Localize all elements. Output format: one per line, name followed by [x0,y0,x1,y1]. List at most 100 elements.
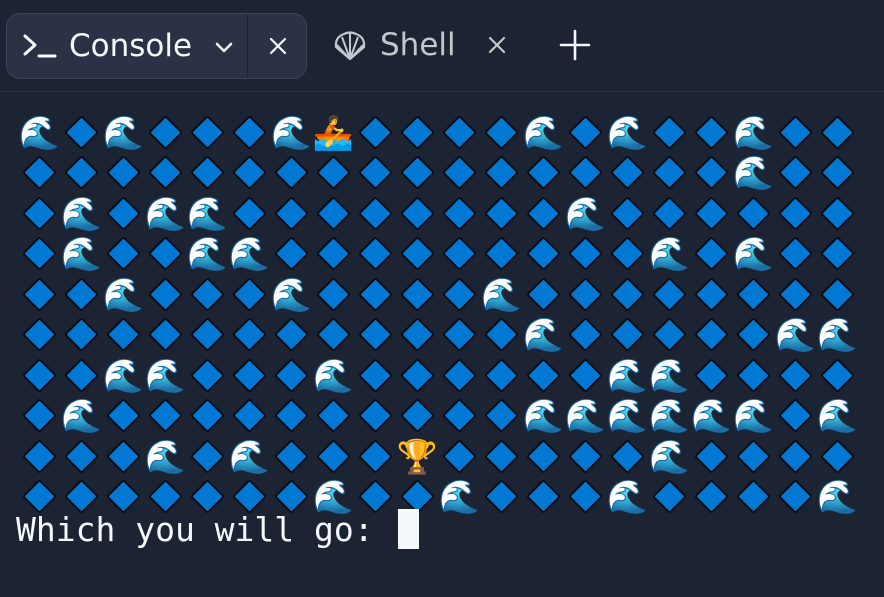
water-cell [564,436,606,477]
water-cell [312,153,354,194]
water-diamond-icon [357,438,393,474]
water-diamond-icon [441,236,477,272]
close-console-tab-icon[interactable] [265,33,291,59]
water-cell [228,355,270,396]
water-diamond-icon [483,357,519,393]
water-diamond-icon [525,438,561,474]
water-cell [690,112,732,153]
water-cell [18,355,60,396]
water-cell [102,193,144,234]
tab-shell[interactable]: Shell [328,13,528,79]
water-cell [354,396,396,437]
water-cell [312,193,354,234]
water-cell [396,193,438,234]
water-cell [228,153,270,194]
wave-cell: 🌊 [648,396,690,436]
water-diamond-icon [693,195,729,231]
water-cell [438,436,480,477]
water-cell [60,436,102,477]
water-diamond-icon [273,317,309,353]
water-cell [18,436,60,477]
water-diamond-icon [693,276,729,312]
water-diamond-icon [231,195,267,231]
water-cell [606,234,648,275]
water-diamond-icon [105,398,141,434]
water-cell [480,153,522,194]
water-diamond-icon [567,438,603,474]
water-diamond-icon [483,438,519,474]
water-cell [102,234,144,275]
water-diamond-icon [441,114,477,150]
water-cell [774,112,816,153]
wave-cell: 🌊 [144,436,186,476]
water-cell [396,274,438,315]
water-diamond-icon [441,398,477,434]
water-diamond-icon [273,398,309,434]
water-cell [60,315,102,356]
water-diamond-icon [21,317,57,353]
water-diamond-icon [189,276,225,312]
water-diamond-icon [105,155,141,191]
water-diamond-icon [21,357,57,393]
water-cell [186,274,228,315]
water-cell [564,315,606,356]
water-cell [816,112,858,153]
water-diamond-icon [189,317,225,353]
water-cell [438,234,480,275]
wave-cell: 🌊 [228,436,270,476]
water-diamond-icon [777,114,813,150]
water-diamond-icon [651,479,687,515]
wave-cell: 🌊 [186,193,228,233]
wave-cell: 🌊 [564,396,606,436]
wave-cell: 🌊 [606,355,648,395]
water-diamond-icon [567,114,603,150]
water-diamond-icon [651,317,687,353]
water-cell [270,315,312,356]
water-diamond-icon [105,236,141,272]
water-diamond-icon [819,155,855,191]
water-diamond-icon [483,479,519,515]
water-diamond-icon [63,317,99,353]
water-cell [228,193,270,234]
water-cell [60,274,102,315]
game-board: 🌊 🌊 🌊 🚣 🌊 🌊 🌊 🌊 🌊 🌊 🌊 🌊 🌊 🌊 🌊 🌊 🌊 🌊 🌊 🌊 🌊 🌊 🌊 🌊 🌊 🌊 🌊 🌊 🌊 🌊 🌊 🌊 🌊 🌊 🌊 🌊 🌊 🌊 🏆 🌊… [18,112,858,517]
water-diamond-icon [441,155,477,191]
wave-cell: 🌊 [816,315,858,355]
water-diamond-icon [273,195,309,231]
water-diamond-icon [315,195,351,231]
water-diamond-icon [483,317,519,353]
water-cell [438,112,480,153]
water-diamond-icon [105,438,141,474]
shell-icon [334,31,366,61]
close-shell-tab-icon[interactable] [484,32,510,58]
water-cell [480,315,522,356]
water-cell [564,477,606,518]
chevron-down-icon[interactable] [213,36,235,58]
water-cell [228,396,270,437]
tab-console[interactable]: Console [6,13,307,79]
water-cell [648,112,690,153]
new-tab-plus-icon[interactable] [558,28,592,62]
wave-cell: 🌊 [60,193,102,233]
water-cell [564,234,606,275]
water-cell [102,153,144,194]
water-cell [144,112,186,153]
water-cell [690,193,732,234]
water-diamond-icon [63,114,99,150]
wave-cell: 🌊 [312,355,354,395]
wave-cell: 🌊 [816,477,858,517]
water-diamond-icon [819,114,855,150]
water-cell [354,315,396,356]
water-diamond-icon [609,438,645,474]
water-cell [732,477,774,518]
water-cell [816,153,858,194]
water-diamond-icon [441,317,477,353]
water-diamond-icon [315,155,351,191]
wave-cell: 🌊 [480,274,522,314]
wave-cell: 🌊 [564,193,606,233]
console-prompt-line[interactable]: Which you will go: [16,509,419,549]
tab-divider [247,14,248,78]
wave-cell: 🌊 [648,436,690,476]
water-cell [312,274,354,315]
console-output[interactable]: 🌊 🌊 🌊 🚣 🌊 🌊 🌊 🌊 🌊 🌊 🌊 🌊 🌊 🌊 🌊 🌊 🌊 🌊 🌊 🌊 🌊 🌊 🌊 🌊 🌊 🌊 🌊 🌊 🌊 🌊 🌊 🌊 🌊 🌊 🌊 🌊 🌊 🌊 🏆 🌊… [0,93,884,597]
